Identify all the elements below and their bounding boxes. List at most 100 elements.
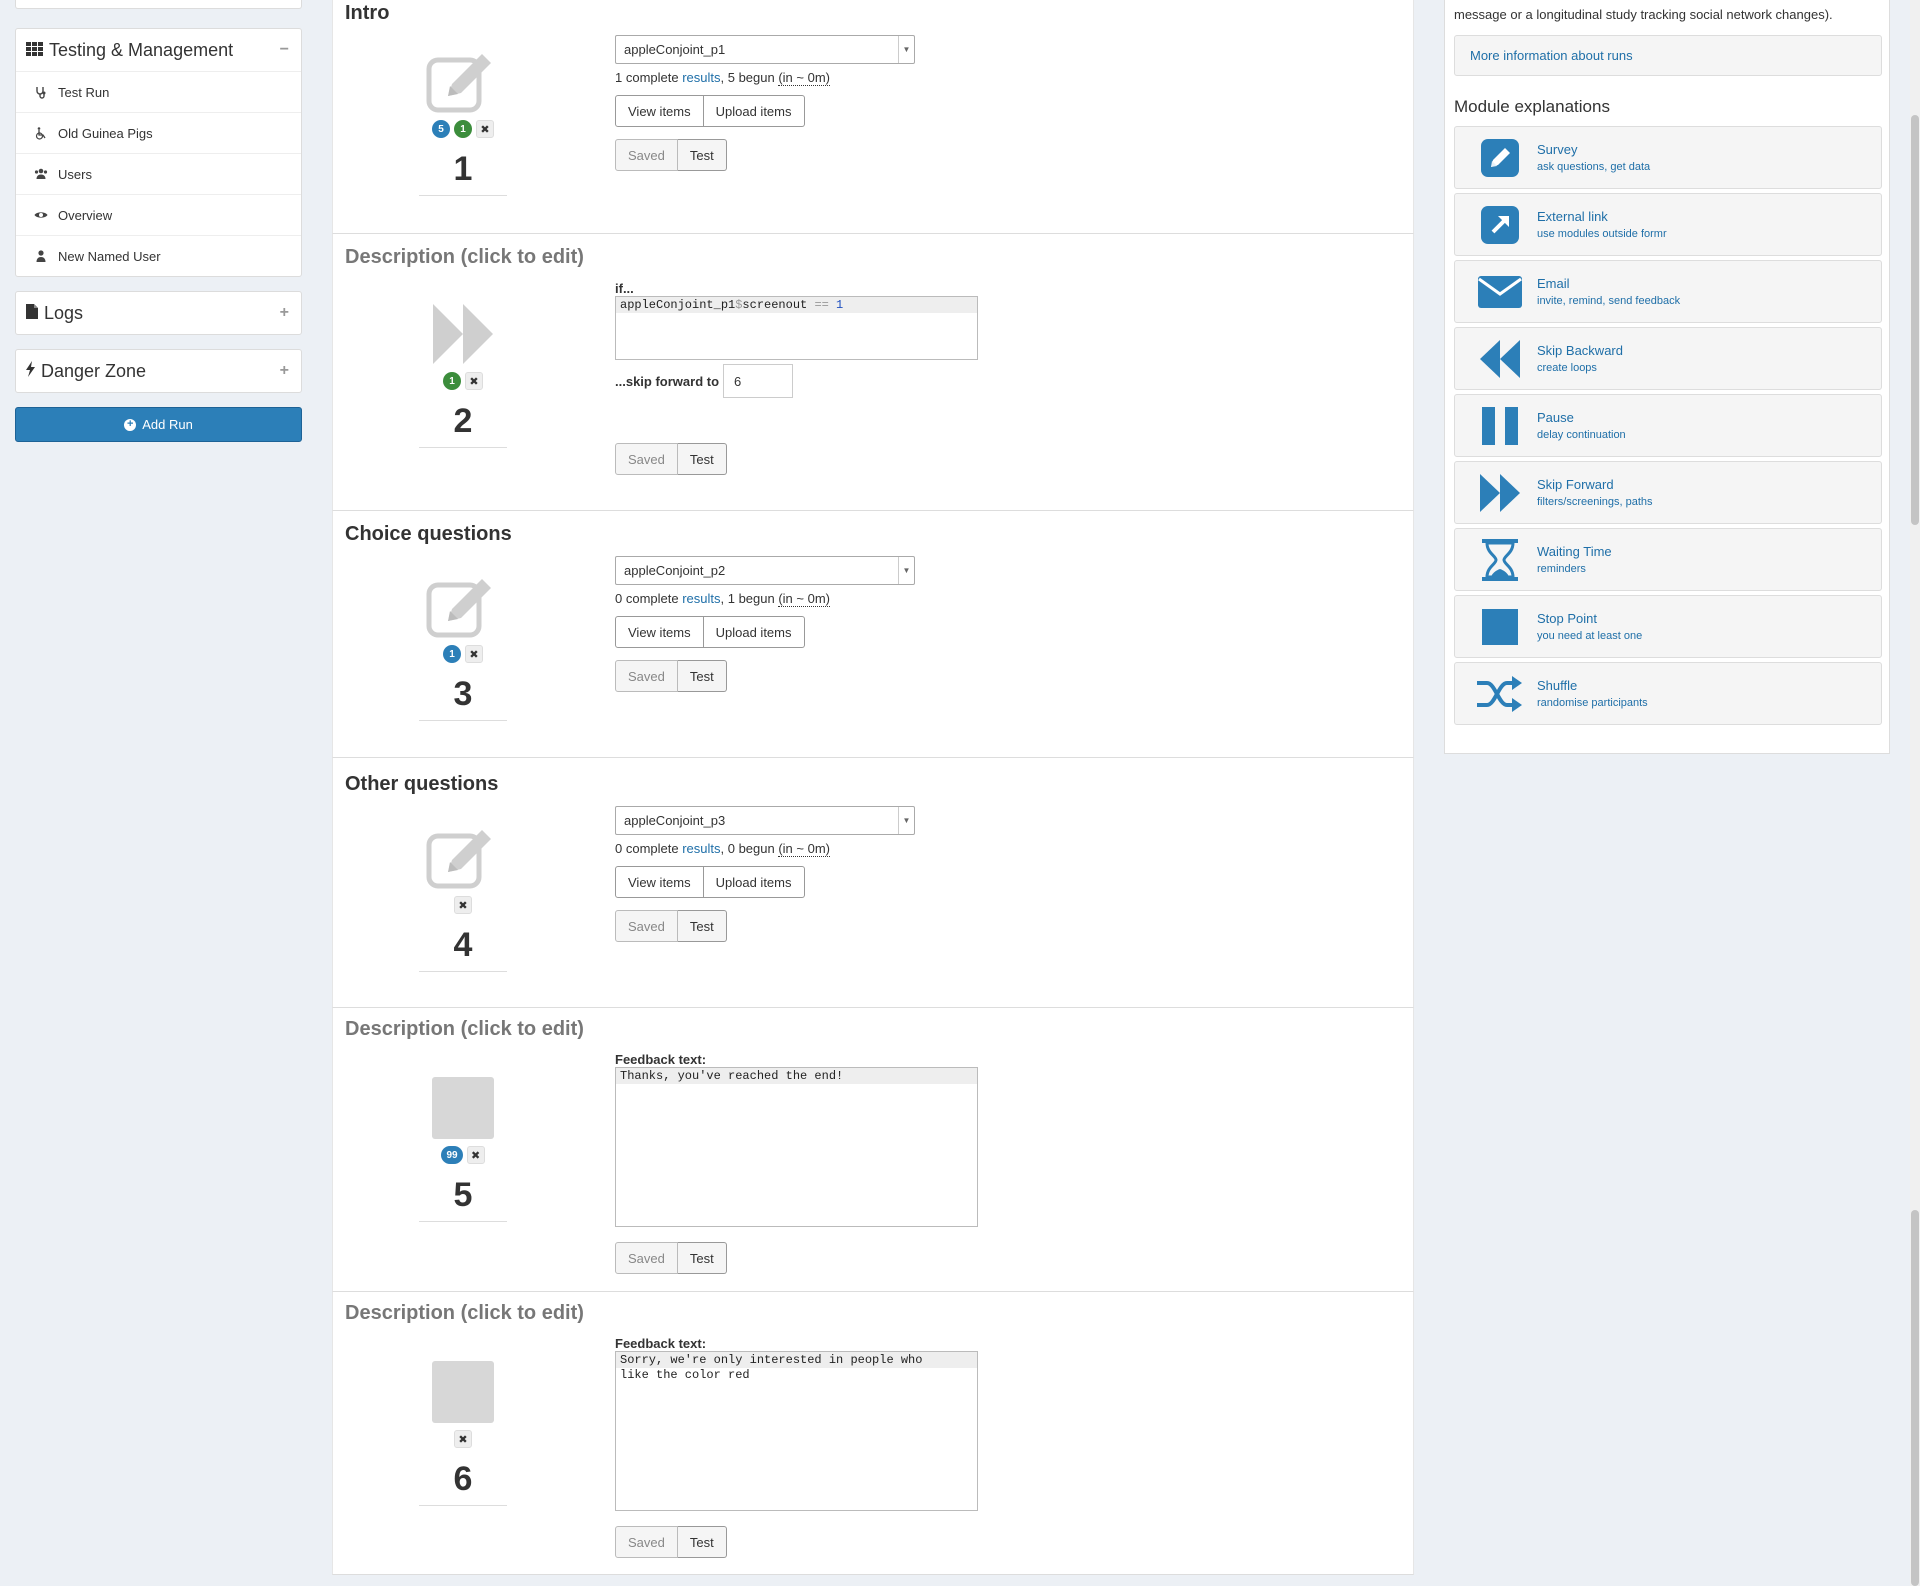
more-info-link[interactable]: More information about runs xyxy=(1470,48,1633,63)
unit-position[interactable]: 6 xyxy=(413,1460,513,1499)
unit-description[interactable]: Description (click to edit) xyxy=(345,1018,584,1041)
stop-point-icon[interactable] xyxy=(431,1360,495,1424)
page-scrollbar[interactable] xyxy=(1910,0,1920,1586)
sidebar-item-overview[interactable]: Overview xyxy=(16,194,301,235)
feedback-text-editor[interactable]: Thanks, you've reached the end! xyxy=(615,1067,978,1227)
module-card-stop-point[interactable]: Stop Point you need at least one xyxy=(1454,595,1882,658)
save-test-group: Saved Test xyxy=(615,660,727,692)
unit-icon-column: ✖ 4 xyxy=(413,830,513,972)
survey-edit-icon[interactable] xyxy=(426,54,500,114)
sidebar-item-new-named-user[interactable]: New Named User xyxy=(16,235,301,276)
waiting-count-badge[interactable]: 99 xyxy=(441,1146,463,1164)
delete-unit-icon[interactable]: ✖ xyxy=(454,896,472,914)
finished-count-badge[interactable]: 1 xyxy=(443,372,461,390)
unit-description[interactable]: Description (click to edit) xyxy=(345,1302,584,1325)
survey-select[interactable]: appleConjoint_p3 ▼ xyxy=(615,806,915,835)
more-info-runs-button[interactable]: More information about runs xyxy=(1454,35,1882,76)
waiting-count-badge[interactable]: 5 xyxy=(432,120,450,138)
saved-button[interactable]: Saved xyxy=(615,1242,678,1274)
testing-management-header[interactable]: Testing & Management − xyxy=(16,29,301,71)
test-button[interactable]: Test xyxy=(677,1242,727,1274)
test-button[interactable]: Test xyxy=(677,1526,727,1558)
unit-description[interactable]: Intro xyxy=(345,2,389,25)
finished-count-badge[interactable]: 1 xyxy=(454,120,472,138)
module-card-shuffle[interactable]: Shuffle randomise participants xyxy=(1454,662,1882,725)
test-button[interactable]: Test xyxy=(677,139,727,171)
divider xyxy=(419,1505,507,1506)
add-run-button[interactable]: + Add Run xyxy=(15,407,302,442)
upload-items-button[interactable]: Upload items xyxy=(703,866,805,898)
upload-items-button[interactable]: Upload items xyxy=(703,616,805,648)
module-card-email[interactable]: Email invite, remind, send feedback xyxy=(1454,260,1882,323)
condition-editor[interactable]: appleConjoint_p1$screenout == 1 xyxy=(615,296,978,360)
unit-position[interactable]: 4 xyxy=(413,926,513,965)
skip-target-input[interactable]: 6 xyxy=(723,364,794,398)
saved-button[interactable]: Saved xyxy=(615,1526,678,1558)
divider xyxy=(419,971,507,972)
run-explanation-text: message or a longitudinal study tracking… xyxy=(1454,7,1833,22)
logs-header[interactable]: Logs + xyxy=(16,292,301,334)
scrollbar-thumb-lower[interactable] xyxy=(1911,1210,1919,1586)
module-desc: use modules outside formr xyxy=(1537,228,1667,240)
test-button[interactable]: Test xyxy=(677,443,727,475)
forward-icon xyxy=(1470,468,1530,518)
survey-edit-icon[interactable] xyxy=(426,579,500,639)
delete-unit-icon[interactable]: ✖ xyxy=(465,372,483,390)
unit-position[interactable]: 5 xyxy=(413,1176,513,1215)
survey-select-value: appleConjoint_p2 xyxy=(624,563,726,578)
unit-badges: 99 ✖ xyxy=(413,1146,513,1164)
saved-button[interactable]: Saved xyxy=(615,139,678,171)
danger-zone-header[interactable]: Danger Zone + xyxy=(16,350,301,392)
skip-forward-icon[interactable] xyxy=(431,302,495,366)
eta-text: (in ~ 0m) xyxy=(778,841,830,857)
results-link[interactable]: results xyxy=(682,841,720,856)
survey-edit-icon[interactable] xyxy=(426,830,500,890)
results-link[interactable]: results xyxy=(682,70,720,85)
danger-zone-title: Danger Zone xyxy=(41,360,147,381)
stop-point-icon[interactable] xyxy=(431,1076,495,1140)
view-items-button[interactable]: View items xyxy=(615,616,704,648)
unit-description[interactable]: Description (click to edit) xyxy=(345,246,584,269)
module-card-skip-backward[interactable]: Skip Backward create loops xyxy=(1454,327,1882,390)
saved-button[interactable]: Saved xyxy=(615,443,678,475)
unit-description[interactable]: Choice questions xyxy=(345,523,512,546)
module-card-skip-forward[interactable]: Skip Forward filters/screenings, paths xyxy=(1454,461,1882,524)
external-link-icon xyxy=(1470,200,1530,250)
test-button[interactable]: Test xyxy=(677,910,727,942)
expand-toggle[interactable]: + xyxy=(280,304,289,322)
feedback-text-editor[interactable]: Sorry, we're only interested in people w… xyxy=(615,1351,978,1511)
module-card-waiting-time[interactable]: Waiting Time reminders xyxy=(1454,528,1882,591)
unit-icon-column: 1 ✖ 2 xyxy=(413,302,513,448)
module-card-survey[interactable]: Survey ask questions, get data xyxy=(1454,126,1882,189)
survey-select[interactable]: appleConjoint_p1 ▼ xyxy=(615,35,915,64)
delete-unit-icon[interactable]: ✖ xyxy=(476,120,494,138)
unit-position[interactable]: 1 xyxy=(413,150,513,189)
unit-position[interactable]: 3 xyxy=(413,675,513,714)
upload-items-button[interactable]: Upload items xyxy=(703,95,805,127)
scrollbar-thumb-upper[interactable] xyxy=(1911,115,1919,525)
delete-unit-icon[interactable]: ✖ xyxy=(454,1430,472,1448)
module-explanations-heading: Module explanations xyxy=(1454,97,1610,116)
results-link[interactable]: results xyxy=(682,591,720,606)
survey-status: 1 complete results, 5 begun (in ~ 0m) xyxy=(615,70,1215,86)
delete-unit-icon[interactable]: ✖ xyxy=(465,645,483,663)
condition-code-line: appleConjoint_p1$screenout == 1 xyxy=(616,297,977,313)
test-button[interactable]: Test xyxy=(677,660,727,692)
run-unit-6: Description (click to edit) ✖ 6 Feedback… xyxy=(332,1292,1414,1575)
sidebar-item-users[interactable]: Users xyxy=(16,153,301,194)
expand-toggle[interactable]: + xyxy=(280,362,289,380)
saved-button[interactable]: Saved xyxy=(615,910,678,942)
sidebar-item-old-guinea-pigs[interactable]: Old Guinea Pigs xyxy=(16,112,301,153)
waiting-count-badge[interactable]: 1 xyxy=(443,645,461,663)
survey-select[interactable]: appleConjoint_p2 ▼ xyxy=(615,556,915,585)
module-card-external-link[interactable]: External link use modules outside formr xyxy=(1454,193,1882,256)
unit-description[interactable]: Other questions xyxy=(345,773,498,796)
delete-unit-icon[interactable]: ✖ xyxy=(466,1146,485,1164)
sidebar-item-test-run[interactable]: Test Run xyxy=(16,71,301,112)
module-card-pause[interactable]: Pause delay continuation xyxy=(1454,394,1882,457)
view-items-button[interactable]: View items xyxy=(615,95,704,127)
saved-button[interactable]: Saved xyxy=(615,660,678,692)
collapse-toggle[interactable]: − xyxy=(280,41,289,59)
view-items-button[interactable]: View items xyxy=(615,866,704,898)
unit-position[interactable]: 2 xyxy=(413,402,513,441)
